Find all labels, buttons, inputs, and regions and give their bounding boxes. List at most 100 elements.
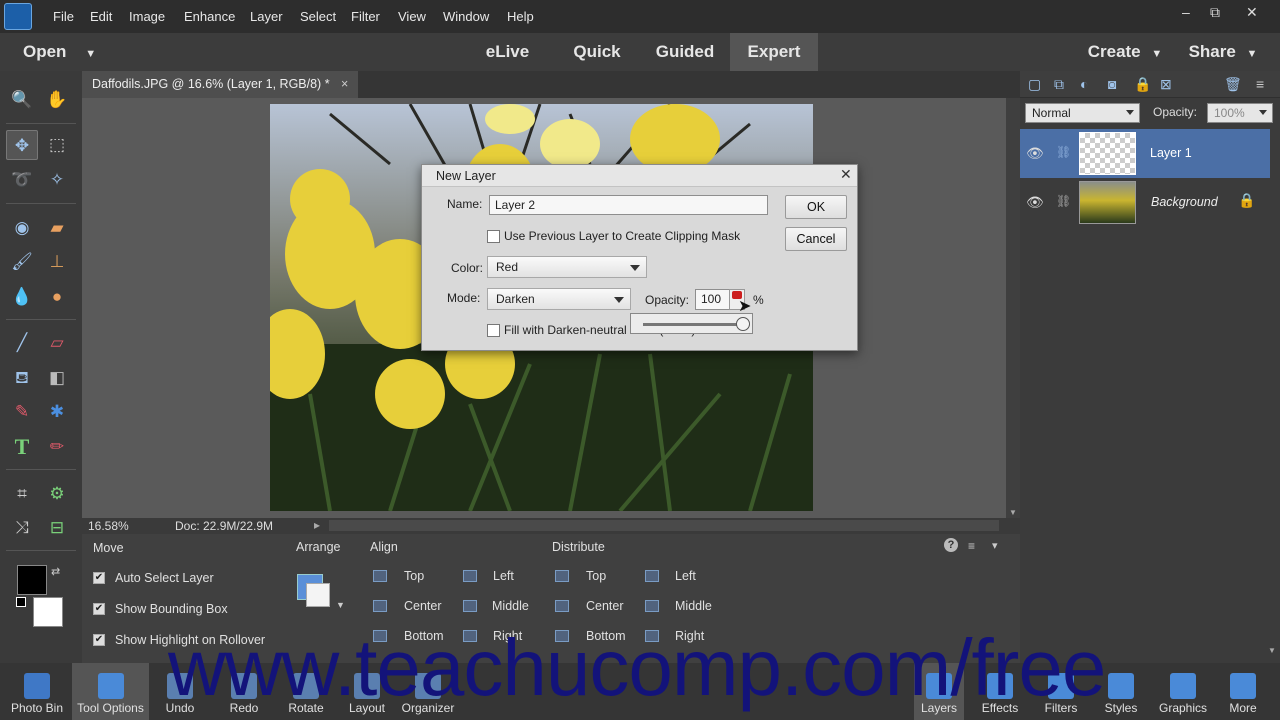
- blur-tool-icon[interactable]: 💧: [6, 282, 38, 312]
- menu-window[interactable]: Window: [443, 9, 489, 24]
- distribute-middle-label[interactable]: Middle: [675, 599, 712, 613]
- align-top-label[interactable]: Top: [404, 569, 424, 583]
- highlight-rollover-checkbox[interactable]: ✔: [93, 634, 105, 646]
- adjustment-layer-icon[interactable]: ◐: [1080, 76, 1088, 92]
- eraser-tool-icon[interactable]: ▱: [41, 328, 73, 358]
- new-group-icon[interactable]: ⧉: [1054, 76, 1064, 93]
- link-icon[interactable]: ⛓: [1056, 145, 1071, 159]
- mode-select[interactable]: Darken: [487, 288, 631, 310]
- fill-neutral-checkbox[interactable]: [487, 324, 500, 337]
- opacity-slider-track[interactable]: [643, 323, 743, 326]
- spot-healing-tool-icon[interactable]: ▰: [41, 213, 73, 243]
- gradient-tool-icon[interactable]: ◧: [41, 363, 73, 393]
- blend-mode-select[interactable]: Normal: [1025, 103, 1140, 123]
- align-center-icon[interactable]: [373, 600, 387, 612]
- new-layer-icon[interactable]: ▢: [1028, 76, 1041, 93]
- foreground-color-swatch[interactable]: [17, 565, 47, 595]
- scroll-down-arrow-icon[interactable]: ▼: [1268, 646, 1276, 655]
- custom-shape-tool-icon[interactable]: ✱: [41, 397, 73, 427]
- eyedropper-tool-icon[interactable]: ✎: [6, 397, 38, 427]
- tab-elive[interactable]: eLive: [470, 33, 545, 71]
- distribute-left-label[interactable]: Left: [675, 569, 696, 583]
- clipping-mask-checkbox[interactable]: [487, 230, 500, 243]
- tool-options-button[interactable]: Tool Options: [72, 663, 149, 720]
- zoom-tool-icon[interactable]: 🔍: [6, 85, 38, 115]
- document-tab[interactable]: Daffodils.JPG @ 16.6% (Layer 1, RGB/8) *…: [82, 71, 359, 98]
- align-left-icon[interactable]: [463, 570, 477, 582]
- visibility-eye-icon[interactable]: 👁: [1026, 145, 1044, 162]
- layer-row-background[interactable]: 👁 ⛓ Background 🔒: [1020, 178, 1270, 227]
- auto-select-checkbox[interactable]: ✔: [93, 572, 105, 584]
- menu-filter[interactable]: Filter: [351, 9, 380, 24]
- layer-name-input[interactable]: Layer 2: [489, 195, 768, 215]
- tab-expert[interactable]: Expert: [730, 33, 818, 71]
- menu-image[interactable]: Image: [129, 9, 165, 24]
- magic-wand-tool-icon[interactable]: ✧: [41, 165, 73, 195]
- help-icon[interactable]: ?: [944, 538, 958, 552]
- bounding-box-checkbox[interactable]: ✔: [93, 603, 105, 615]
- horizontal-scrollbar[interactable]: [329, 520, 999, 531]
- photo-bin-button[interactable]: Photo Bin: [4, 663, 70, 720]
- status-menu-arrow-icon[interactable]: ▸: [314, 518, 320, 532]
- visibility-eye-icon[interactable]: 👁: [1026, 194, 1044, 211]
- background-color-swatch[interactable]: [33, 597, 63, 627]
- tab-quick[interactable]: Quick: [560, 33, 634, 71]
- brush-tool-icon[interactable]: ╱: [6, 328, 38, 358]
- layer-opacity-input[interactable]: 100%: [1207, 103, 1273, 123]
- distribute-left-icon[interactable]: [645, 570, 659, 582]
- opacity-slider-knob[interactable]: [736, 317, 750, 331]
- zoom-level[interactable]: 16.58%: [88, 519, 129, 533]
- lasso-tool-icon[interactable]: ➰: [6, 165, 38, 195]
- menu-edit[interactable]: Edit: [90, 9, 112, 24]
- move-tool-icon[interactable]: ✥: [6, 130, 38, 160]
- distribute-middle-icon[interactable]: [645, 600, 659, 612]
- menu-help[interactable]: Help: [507, 9, 534, 24]
- graphics-button[interactable]: Graphics: [1154, 663, 1212, 720]
- paint-bucket-tool-icon[interactable]: ⛾: [6, 363, 38, 393]
- scroll-down-arrow-icon[interactable]: ▼: [1009, 508, 1017, 517]
- distribute-top-label[interactable]: Top: [586, 569, 606, 583]
- smart-brush-tool-icon[interactable]: 🖌: [6, 247, 38, 277]
- vertical-scrollbar[interactable]: ▼: [1006, 98, 1020, 518]
- lock-transparency-icon[interactable]: ⊠: [1160, 76, 1172, 93]
- menu-layer[interactable]: Layer: [250, 9, 283, 24]
- color-select[interactable]: Red: [487, 256, 647, 278]
- panel-menu-icon[interactable]: ≡: [1256, 76, 1264, 92]
- distribute-top-icon[interactable]: [555, 570, 569, 582]
- type-tool-icon[interactable]: T: [6, 432, 38, 462]
- align-top-icon[interactable]: [373, 570, 387, 582]
- ok-button[interactable]: OK: [785, 195, 847, 219]
- hand-tool-icon[interactable]: ✋: [41, 85, 73, 115]
- link-icon[interactable]: ⛓: [1056, 194, 1071, 208]
- lock-icon[interactable]: 🔒: [1238, 192, 1255, 209]
- menu-select[interactable]: Select: [300, 9, 336, 24]
- distribute-center-icon[interactable]: [555, 600, 569, 612]
- restore-icon[interactable]: ⧉: [1210, 4, 1220, 21]
- collapse-chevron-icon[interactable]: ▾: [992, 539, 998, 552]
- straighten-tool-icon[interactable]: ⊟: [41, 513, 73, 543]
- marquee-tool-icon[interactable]: ⬚: [41, 130, 73, 160]
- align-left-label[interactable]: Left: [493, 569, 514, 583]
- chevron-down-icon[interactable]: ▼: [336, 600, 345, 610]
- default-colors-icon[interactable]: [16, 597, 26, 607]
- clone-stamp-tool-icon[interactable]: ⊥: [41, 247, 73, 277]
- menu-view[interactable]: View: [398, 9, 426, 24]
- crop-tool-icon[interactable]: ⌗: [6, 479, 38, 509]
- distribute-center-label[interactable]: Center: [586, 599, 624, 613]
- close-icon[interactable]: ✕: [1246, 4, 1258, 21]
- menu-file[interactable]: File: [53, 9, 74, 24]
- open-button[interactable]: Open ▼: [14, 33, 104, 71]
- tab-guided[interactable]: Guided: [645, 33, 725, 71]
- swap-colors-icon[interactable]: ⇄: [51, 565, 60, 578]
- menu-enhance[interactable]: Enhance: [184, 9, 235, 24]
- dialog-close-icon[interactable]: ✕: [840, 166, 852, 183]
- options-menu-icon[interactable]: ≡: [968, 539, 975, 553]
- lock-all-icon[interactable]: 🔒: [1134, 76, 1151, 93]
- sponge-tool-icon[interactable]: ●: [41, 282, 73, 312]
- recompose-tool-icon[interactable]: ⚙: [41, 479, 73, 509]
- opacity-input[interactable]: 100: [695, 289, 730, 310]
- layer-row-layer1[interactable]: 👁 ⛓ Layer 1: [1020, 129, 1270, 178]
- red-eye-tool-icon[interactable]: ◉: [6, 213, 38, 243]
- cancel-button[interactable]: Cancel: [785, 227, 847, 251]
- delete-layer-icon[interactable]: 🗑: [1224, 76, 1242, 93]
